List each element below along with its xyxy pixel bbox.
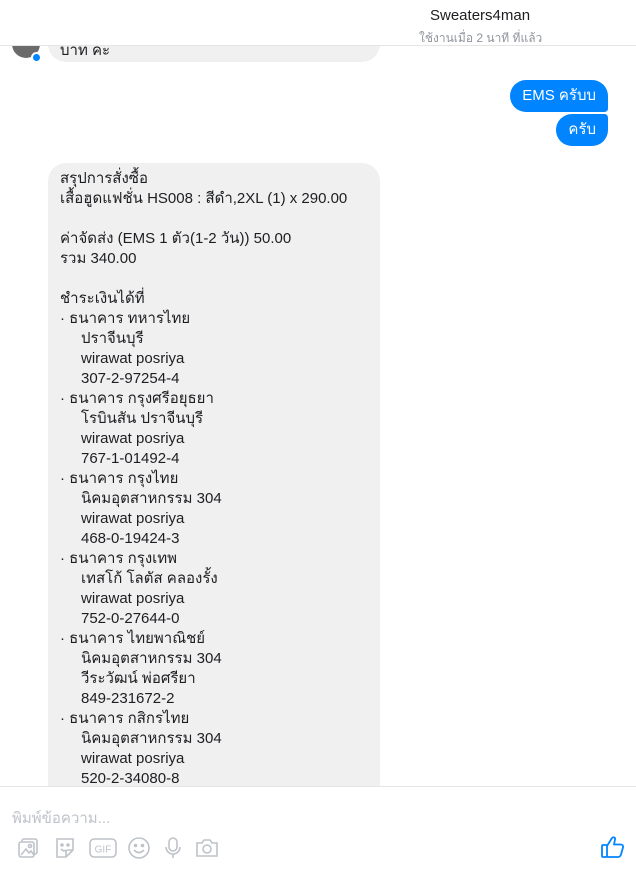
like-icon[interactable] <box>600 834 626 860</box>
order-shipping: ค่าจัดส่ง (EMS 1 ตัว(1-2 วัน)) 50.00 <box>60 230 292 247</box>
camera-icon[interactable] <box>195 836 219 860</box>
sticker-icon[interactable] <box>53 836 77 860</box>
messenger-badge-icon <box>31 52 42 63</box>
bank-name: · ธนาคาร กรุงไทย <box>60 470 179 487</box>
outgoing-message-bubble: ครับ <box>556 114 608 146</box>
bank-name: · ธนาคาร กรุงศรีอยุธยา <box>60 390 214 407</box>
active-status: ใช้งานเมื่อ 2 นาที ที่แล้ว <box>419 31 543 45</box>
bank-account-number: 307-2-97254-4 <box>81 370 180 387</box>
bank-branch: โรบินสัน ปราจีนบุรี <box>81 410 204 427</box>
bank-name: · ธนาคาร กรุงเทพ <box>60 550 178 567</box>
bank-name: · ธนาคาร ไทยพาณิชย์ <box>60 630 206 647</box>
order-summary-bubble: สรุปการสั่งซื้อ เสื้อฮูดแฟชั่น HS008 : ส… <box>48 163 380 786</box>
bank-account-holder: wirawat posriya <box>81 430 185 447</box>
message-input[interactable]: พิมพ์ข้อความ... <box>12 806 110 830</box>
bank-account-holder: วีระวัฒน์ พ่อศรียา <box>81 670 196 687</box>
bank-branch: เทสโก้ โลตัส คลองรั้ง <box>81 570 218 587</box>
conversation-header: Sweaters4man ใช้งานเมื่อ 2 นาที ที่แล้ว <box>0 0 636 46</box>
emoji-icon[interactable] <box>127 836 151 860</box>
bank-name: · ธนาคาร กสิกรไทย <box>60 710 190 727</box>
bank-account-number: 849-231672-2 <box>81 690 175 707</box>
bank-account-holder: wirawat posriya <box>81 750 185 767</box>
bank-branch: นิคมอุตสาหกรรม 304 <box>81 650 222 667</box>
order-total: รวม 340.00 <box>60 250 137 267</box>
order-item: เสื้อฮูดแฟชั่น HS008 : สีดำ,2XL (1) x 29… <box>60 190 348 207</box>
gif-icon[interactable]: GIF <box>89 836 117 860</box>
payment-heading: ชำระเงินได้ที่ <box>60 290 145 307</box>
bank-branch: ปราจีนบุรี <box>81 330 144 347</box>
photo-icon[interactable] <box>17 836 41 860</box>
gif-label: GIF <box>95 845 112 856</box>
conversation-area: บาท ค่ะ EMS ครับบ ครับ สรุปการสั่งซื้อ เ… <box>0 0 636 786</box>
microphone-icon[interactable] <box>161 836 185 860</box>
bank-account-number: 752-0-27644-0 <box>81 610 180 627</box>
bank-name: · ธนาคาร ทหารไทย <box>60 310 191 327</box>
outgoing-message-bubble: EMS ครับบ <box>510 80 608 112</box>
bank-account-holder: wirawat posriya <box>81 350 185 367</box>
bank-account-holder: wirawat posriya <box>81 510 185 527</box>
bank-account-number: 767-1-01492-4 <box>81 450 180 467</box>
bank-account-number: 520-2-34080-8 <box>81 770 180 786</box>
bank-account-holder: wirawat posriya <box>81 590 185 607</box>
bank-branch: นิคมอุตสาหกรรม 304 <box>81 490 222 507</box>
bank-branch: นิคมอุตสาหกรรม 304 <box>81 730 222 747</box>
contact-name[interactable]: Sweaters4man <box>430 7 530 24</box>
order-heading: สรุปการสั่งซื้อ <box>60 170 148 187</box>
bank-account-number: 468-0-19424-3 <box>81 530 180 547</box>
